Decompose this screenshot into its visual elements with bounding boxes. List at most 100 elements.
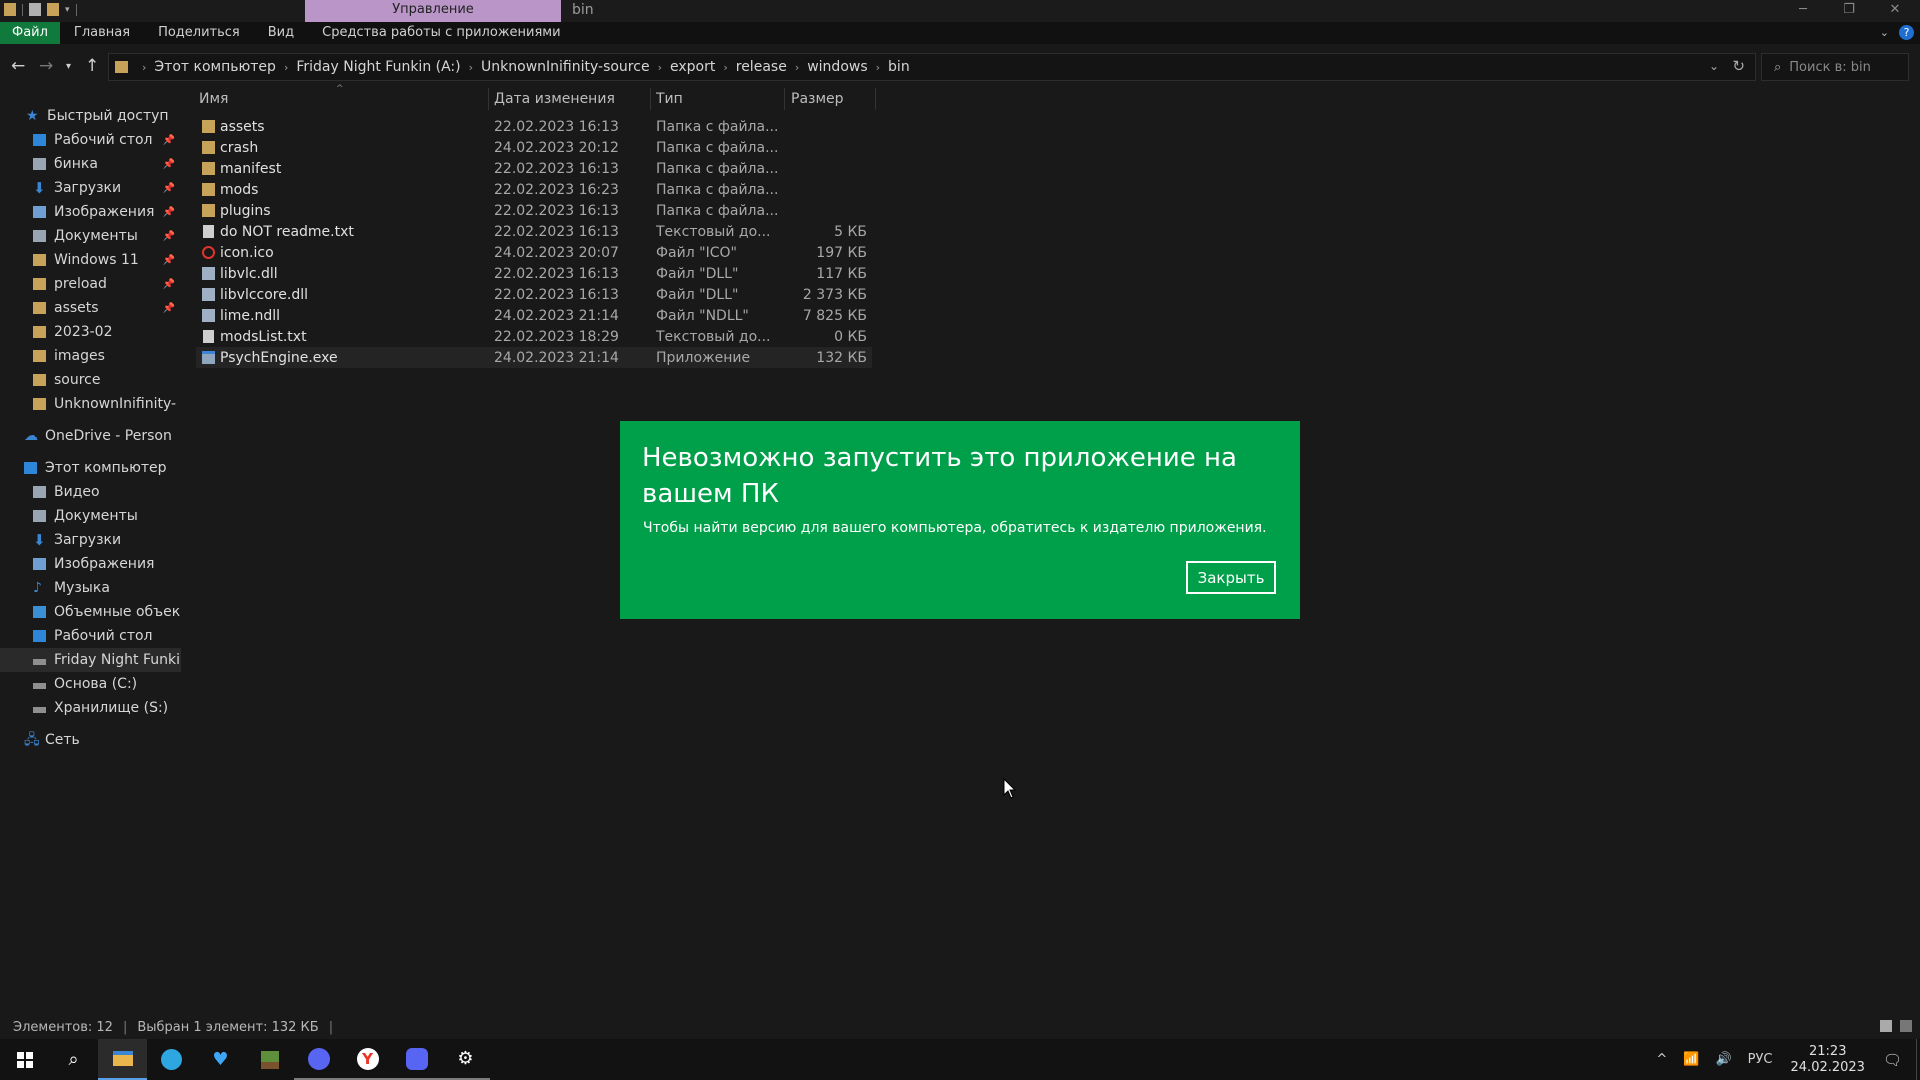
file-row[interactable]: lime.ndll 24.02.2023 21:14 Файл "NDLL" 7… (196, 305, 872, 326)
recent-locations-icon[interactable]: ▾ (66, 61, 71, 72)
taskbar-telegram[interactable] (147, 1039, 196, 1080)
sidebar-item-pc-documents[interactable]: Документы (33, 504, 181, 528)
breadcrumb-export[interactable]: export (670, 59, 715, 75)
search-button[interactable]: ⌕ (49, 1039, 98, 1080)
column-divider[interactable] (875, 88, 876, 110)
sidebar-item-drive-c[interactable]: Основа (C:) (33, 672, 181, 696)
column-header-name[interactable]: Имя (199, 90, 228, 110)
file-row[interactable]: mods 22.02.2023 16:23 Папка с файла... (196, 179, 872, 200)
tab-share[interactable]: Поделиться (144, 22, 254, 44)
back-arrow-icon[interactable]: ← (11, 56, 25, 76)
sidebar-item-music[interactable]: ♪ Музыка (33, 576, 181, 600)
chevron-right-icon[interactable]: › (284, 61, 288, 74)
sidebar-item-assets[interactable]: assets 📌 (33, 296, 181, 320)
close-window-button[interactable]: ✕ (1872, 0, 1918, 22)
address-bar[interactable]: › Этот компьютер › Friday Night Funkin (… (108, 53, 1756, 81)
column-divider[interactable] (650, 88, 651, 110)
file-row[interactable]: crash 24.02.2023 20:12 Папка с файла... (196, 137, 872, 158)
sidebar-item-desktop[interactable]: Рабочий стол 📌 (33, 128, 181, 152)
breadcrumb-windows[interactable]: windows (807, 59, 867, 75)
sidebar-item-images[interactable]: images (33, 344, 181, 368)
taskbar-minecraft[interactable] (245, 1039, 294, 1080)
clock[interactable]: 21:23 24.02.2023 (1791, 1044, 1865, 1076)
file-row[interactable]: icon.ico 24.02.2023 20:07 Файл "ICO" 197… (196, 242, 872, 263)
sidebar-item-3d-objects[interactable]: Объемные объек (33, 600, 181, 624)
column-header-date[interactable]: Дата изменения (494, 90, 615, 110)
sidebar-item-preload[interactable]: preload 📌 (33, 272, 181, 296)
up-arrow-icon[interactable]: ↑ (85, 56, 99, 76)
notification-center-icon[interactable]: 🗨 (1883, 1051, 1902, 1069)
breadcrumb-drive[interactable]: Friday Night Funkin (A:) (296, 59, 460, 75)
sidebar-item-pc-desktop[interactable]: Рабочий стол (33, 624, 181, 648)
column-header-size[interactable]: Размер (791, 90, 844, 110)
speaker-icon[interactable]: 🔊 (1715, 1052, 1731, 1067)
chevron-right-icon[interactable]: › (795, 61, 799, 74)
tab-home[interactable]: Главная (60, 22, 144, 44)
file-row[interactable]: modsList.txt 22.02.2023 18:29 Текстовый … (196, 326, 872, 347)
sidebar-item-quick-access[interactable]: ★ Быстрый доступ (26, 104, 181, 128)
column-divider[interactable] (488, 88, 489, 110)
properties-icon[interactable] (29, 3, 41, 16)
taskbar-discord[interactable] (294, 1039, 343, 1080)
sidebar-item-this-pc[interactable]: Этот компьютер (24, 456, 181, 480)
breadcrumb-source[interactable]: UnknownInifinity-source (481, 59, 650, 75)
sidebar-item-drive-s[interactable]: Хранилище (S:) (33, 696, 181, 720)
sidebar-item-binka[interactable]: бинка 📌 (33, 152, 181, 176)
sidebar-item-pictures[interactable]: Изображения 📌 (33, 200, 181, 224)
new-folder-icon[interactable] (47, 3, 59, 16)
taskbar-monitor-app[interactable]: ♥ (196, 1039, 245, 1080)
file-row[interactable]: manifest 22.02.2023 16:13 Папка с файла.… (196, 158, 872, 179)
file-row[interactable]: do NOT readme.txt 22.02.2023 16:13 Текст… (196, 221, 872, 242)
sidebar-item-fnf-drive[interactable]: Friday Night Funki (0, 648, 181, 672)
chevron-right-icon[interactable]: › (658, 61, 662, 74)
chevron-right-icon[interactable]: › (142, 61, 146, 74)
sidebar-item-network[interactable]: 🖧 Сеть (24, 728, 181, 752)
column-header-type[interactable]: Тип (656, 90, 683, 110)
chevron-right-icon[interactable]: › (876, 61, 880, 74)
taskbar-explorer[interactable] (98, 1039, 147, 1080)
network-wifi-icon[interactable]: 📶 (1683, 1052, 1699, 1067)
sidebar-item-documents[interactable]: Документы 📌 (33, 224, 181, 248)
input-language[interactable]: РУС (1748, 1052, 1773, 1067)
file-row[interactable]: assets 22.02.2023 16:13 Папка с файла... (196, 116, 872, 137)
minimize-button[interactable]: ─ (1780, 0, 1826, 22)
file-row[interactable]: libvlccore.dll 22.02.2023 16:13 Файл "DL… (196, 284, 872, 305)
chevron-right-icon[interactable]: › (469, 61, 473, 74)
expand-ribbon-icon[interactable]: ⌄ (1880, 26, 1889, 39)
sidebar-item-unknown-infinity[interactable]: UnknownInifinity- (33, 392, 181, 416)
close-dialog-button[interactable]: Закрыть (1186, 561, 1276, 594)
sidebar-item-onedrive[interactable]: ☁ OneDrive - Person (24, 424, 181, 448)
file-row-selected[interactable]: PsychEngine.exe 24.02.2023 21:14 Приложе… (196, 347, 872, 368)
search-input[interactable]: ⌕ Поиск в: bin (1761, 53, 1909, 81)
chevron-right-icon[interactable]: › (723, 61, 727, 74)
column-divider[interactable] (784, 88, 785, 110)
sidebar-item-windows11[interactable]: Windows 11 📌 (33, 248, 181, 272)
start-button[interactable] (0, 1039, 49, 1080)
tab-file[interactable]: Файл (0, 22, 60, 44)
navigation-pane[interactable]: ★ Быстрый доступ Рабочий стол 📌 бинка 📌 … (0, 88, 181, 1015)
breadcrumb-bin[interactable]: bin (888, 59, 910, 75)
sidebar-item-downloads[interactable]: ⬇ Загрузки 📌 (33, 176, 181, 200)
refresh-icon[interactable]: ↻ (1732, 57, 1745, 75)
sidebar-item-2023-02[interactable]: 2023-02 (33, 320, 181, 344)
sidebar-item-pc-downloads[interactable]: ⬇ Загрузки (33, 528, 181, 552)
show-desktop-button[interactable] (1916, 1039, 1920, 1080)
breadcrumb-release[interactable]: release (736, 59, 787, 75)
customize-toolbar-icon[interactable]: ▾ (65, 5, 70, 15)
sidebar-item-source[interactable]: source (33, 368, 181, 392)
details-view-icon[interactable] (1880, 1020, 1892, 1032)
tab-view[interactable]: Вид (254, 22, 308, 44)
taskbar-yandex-browser[interactable]: Y (343, 1039, 392, 1080)
chevron-down-icon[interactable]: ⌄ (1709, 59, 1719, 73)
file-row[interactable]: plugins 22.02.2023 16:13 Папка с файла..… (196, 200, 872, 221)
context-tab-manage[interactable]: Управление (305, 0, 561, 22)
taskbar-settings[interactable]: ⚙ (441, 1039, 490, 1080)
file-row[interactable]: libvlc.dll 22.02.2023 16:13 Файл "DLL" 1… (196, 263, 872, 284)
help-icon[interactable]: ? (1899, 25, 1914, 40)
taskbar-discord-2[interactable] (392, 1039, 441, 1080)
maximize-button[interactable]: ❐ (1826, 0, 1872, 22)
forward-arrow-icon[interactable]: → (39, 56, 53, 76)
breadcrumb-this-pc[interactable]: Этот компьютер (154, 59, 276, 75)
chevron-up-icon[interactable]: ^ (1656, 1052, 1667, 1067)
tab-app-tools[interactable]: Средства работы с приложениями (308, 22, 574, 44)
